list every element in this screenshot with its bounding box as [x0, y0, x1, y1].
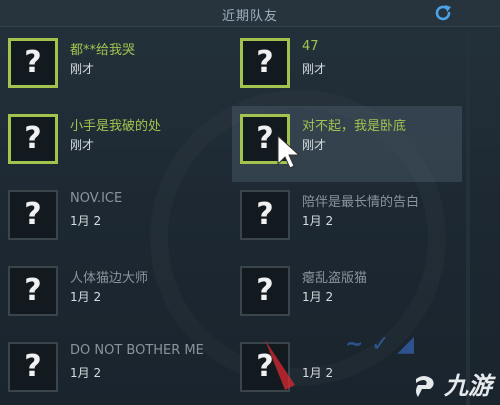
- avatar[interactable]: ?: [240, 38, 290, 88]
- avatar[interactable]: ?: [8, 342, 58, 392]
- last-played-time: 1月 2: [70, 290, 102, 304]
- teammate-card[interactable]: ? NOV.ICE 1月 2: [0, 182, 230, 258]
- mouse-cursor-icon: [277, 134, 301, 169]
- teammate-name: NOV.ICE: [70, 191, 123, 206]
- last-played-time: 刚才: [70, 138, 95, 152]
- avatar[interactable]: ?: [8, 266, 58, 316]
- teammate-card[interactable]: ? DO NOT BOTHER ME 1月 2: [0, 334, 230, 405]
- last-played-time: 1月 2: [302, 366, 334, 380]
- avatar[interactable]: ?: [8, 38, 58, 88]
- scrollbar[interactable]: [466, 28, 470, 405]
- last-played-time: 刚才: [302, 138, 327, 152]
- last-played-time: 1月 2: [302, 214, 334, 228]
- last-played-time: 1月 2: [70, 214, 102, 228]
- avatar[interactable]: ?: [8, 114, 58, 164]
- teammate-card-hovered[interactable]: ? 对不起，我是卧底 刚才: [232, 106, 462, 182]
- watermark-text: 九游: [444, 372, 492, 400]
- avatar[interactable]: ?: [240, 266, 290, 316]
- last-played-time: 1月 2: [302, 290, 334, 304]
- teammate-name: 47: [302, 39, 319, 54]
- jiuyou-logo-icon: [416, 376, 434, 397]
- teammate-card[interactable]: ? 陪伴是最长情的告白 1月 2: [232, 182, 462, 258]
- last-played-time: 1月 2: [70, 366, 102, 380]
- teammate-card[interactable]: ? 瘪乱盗版猫 1月 2: [232, 258, 462, 334]
- teammate-name: 对不起，我是卧底: [302, 119, 407, 134]
- teammate-card[interactable]: ? 人体猫边大师 1月 2: [0, 258, 230, 334]
- teammate-card[interactable]: ? 都**给我哭 刚才: [0, 30, 230, 106]
- watermark-red-mark-icon: [265, 340, 295, 390]
- teammate-name: DO NOT BOTHER ME: [70, 343, 204, 358]
- teammate-name: 小手是我破的处: [70, 119, 162, 134]
- recent-teammates-panel: 近期队友 ? 都**给我哭 刚才 ? 47 刚才 ? 小手是我破的处 刚才 ? …: [0, 0, 500, 405]
- teammate-name: 都**给我哭: [70, 43, 136, 58]
- refresh-icon[interactable]: [432, 2, 454, 24]
- last-played-time: 刚才: [70, 62, 95, 76]
- last-played-time: 刚才: [302, 62, 327, 76]
- panel-header: 近期队友: [0, 0, 500, 27]
- teammate-card[interactable]: ? 小手是我破的处 刚才: [0, 106, 230, 182]
- teammate-name: 人体猫边大师: [70, 271, 149, 286]
- teammate-card[interactable]: ? 47 刚才: [232, 30, 462, 106]
- panel-title: 近期队友: [221, 9, 278, 24]
- avatar[interactable]: ?: [8, 190, 58, 240]
- watermark-blue-text: ~ ✓ ◢: [345, 332, 415, 357]
- teammate-name: 瘪乱盗版猫: [302, 271, 368, 286]
- teammate-name: 陪伴是最长情的告白: [302, 195, 420, 210]
- avatar[interactable]: ?: [240, 190, 290, 240]
